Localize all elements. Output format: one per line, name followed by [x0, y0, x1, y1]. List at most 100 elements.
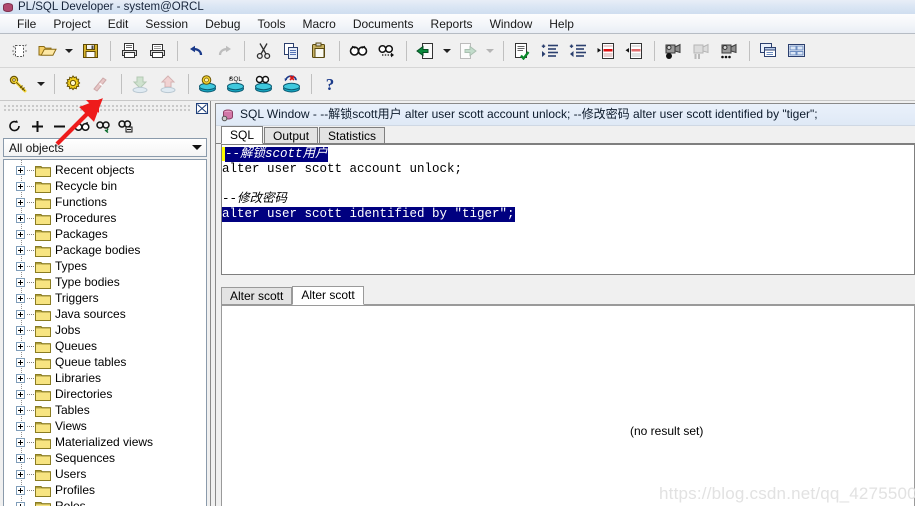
menu-tools[interactable]: Tools	[249, 15, 293, 33]
result-grid-area[interactable]: (no result set) https://blog.csdn.net/qq…	[221, 305, 915, 506]
expand-toggle-icon[interactable]	[16, 325, 25, 335]
tree-item-type-bodies[interactable]: Type bodies	[4, 274, 206, 290]
indent-icon[interactable]	[537, 39, 563, 63]
expand-toggle-icon[interactable]	[16, 485, 25, 495]
record-macro-icon[interactable]	[660, 39, 686, 63]
expand-toggle-icon[interactable]	[16, 453, 25, 463]
find-icon[interactable]	[72, 117, 91, 135]
result-tab-alter-scott-2[interactable]: Alter scott	[292, 286, 364, 305]
menu-session[interactable]: Session	[137, 15, 196, 33]
tree-item-materialized-views[interactable]: Materialized views	[4, 434, 206, 450]
check-syntax-icon[interactable]	[509, 39, 535, 63]
expand-toggle-icon[interactable]	[16, 229, 25, 239]
result-tab-alter-scott-1[interactable]: Alter scott	[221, 287, 293, 305]
find-next-icon[interactable]	[373, 39, 399, 63]
filter-icon[interactable]	[94, 117, 113, 135]
tab-sql[interactable]: SQL	[221, 126, 264, 144]
tree-item-profiles[interactable]: Profiles	[4, 482, 206, 498]
expand-toggle-icon[interactable]	[16, 197, 25, 207]
menu-macro[interactable]: Macro	[294, 15, 343, 33]
expand-toggle-icon[interactable]	[16, 277, 25, 287]
play-macro-icon[interactable]	[716, 39, 742, 63]
tab-output[interactable]: Output	[264, 127, 319, 144]
print-preview-icon[interactable]	[144, 39, 170, 63]
tree-item-java-sources[interactable]: Java sources	[4, 306, 206, 322]
tree-item-package-bodies[interactable]: Package bodies	[4, 242, 206, 258]
find-icon[interactable]	[345, 39, 371, 63]
refresh-icon[interactable]	[6, 117, 25, 135]
undo-icon[interactable]	[183, 39, 209, 63]
menu-edit[interactable]: Edit	[100, 15, 137, 33]
copy-icon[interactable]	[278, 39, 304, 63]
expand-toggle-icon[interactable]	[16, 357, 25, 367]
sql-window-titlebar[interactable]: SQL Window - --解锁scott用户 alter user scot…	[216, 104, 915, 126]
menu-documents[interactable]: Documents	[345, 15, 422, 33]
open-folder-icon[interactable]	[34, 39, 60, 63]
sql-editor[interactable]: --解锁scott用户 alter user scott account unl…	[222, 145, 914, 274]
expand-toggle-icon[interactable]	[16, 341, 25, 351]
tree-item-functions[interactable]: Functions	[4, 194, 206, 210]
tree-item-queue-tables[interactable]: Queue tables	[4, 354, 206, 370]
tree-item-procedures[interactable]: Procedures	[4, 210, 206, 226]
expand-toggle-icon[interactable]	[16, 501, 25, 506]
expand-toggle-icon[interactable]	[16, 245, 25, 255]
tree-item-triggers[interactable]: Triggers	[4, 290, 206, 306]
menu-help[interactable]: Help	[541, 15, 582, 33]
import-dropdown-arrow-icon[interactable]	[440, 39, 453, 63]
tree-item-recent-objects[interactable]: Recent objects	[4, 162, 206, 178]
tree-item-views[interactable]: Views	[4, 418, 206, 434]
expand-toggle-icon[interactable]	[16, 405, 25, 415]
comment-icon[interactable]	[593, 39, 619, 63]
tile-windows-icon[interactable]	[783, 39, 809, 63]
object-filter-dropdown[interactable]: All objects	[3, 138, 207, 157]
expand-toggle-icon[interactable]	[16, 373, 25, 383]
tree-item-recycle-bin[interactable]: Recycle bin	[4, 178, 206, 194]
expand-all-icon[interactable]	[28, 117, 47, 135]
expand-toggle-icon[interactable]	[16, 469, 25, 479]
sql-session-icon[interactable]: SQL	[222, 72, 248, 96]
collapse-all-icon[interactable]	[50, 117, 69, 135]
open-dropdown-arrow-icon[interactable]	[62, 39, 75, 63]
paste-icon[interactable]	[306, 39, 332, 63]
cascade-windows-icon[interactable]	[755, 39, 781, 63]
expand-toggle-icon[interactable]	[16, 421, 25, 431]
print-icon[interactable]	[116, 39, 142, 63]
tree-item-types[interactable]: Types	[4, 258, 206, 274]
expand-toggle-icon[interactable]	[16, 261, 25, 271]
key-session-icon[interactable]	[6, 72, 32, 96]
expand-toggle-icon[interactable]	[16, 213, 25, 223]
gear-execute-icon[interactable]	[60, 72, 86, 96]
tab-statistics[interactable]: Statistics	[319, 127, 386, 144]
expand-toggle-icon[interactable]	[16, 165, 25, 175]
cut-icon[interactable]	[250, 39, 276, 63]
tree-item-libraries[interactable]: Libraries	[4, 370, 206, 386]
menu-file[interactable]: File	[9, 15, 44, 33]
commit-icon[interactable]	[194, 72, 220, 96]
browser-grip-bar[interactable]	[0, 101, 210, 115]
sql-editor-container[interactable]: --解锁scott用户 alter user scott account unl…	[221, 144, 915, 275]
find-db-object-icon[interactable]	[250, 72, 276, 96]
expand-toggle-icon[interactable]	[16, 437, 25, 447]
tree-item-users[interactable]: Users	[4, 466, 206, 482]
object-tree[interactable]: Recent objects Recycle bin Functions Pro…	[3, 159, 207, 506]
menu-project[interactable]: Project	[45, 15, 98, 33]
menu-window[interactable]: Window	[482, 15, 541, 33]
tree-item-queues[interactable]: Queues	[4, 338, 206, 354]
menu-reports[interactable]: Reports	[423, 15, 481, 33]
save-icon[interactable]	[77, 39, 103, 63]
tree-item-packages[interactable]: Packages	[4, 226, 206, 242]
tree-item-sequences[interactable]: Sequences	[4, 450, 206, 466]
drag-grip-dots[interactable]	[4, 103, 192, 113]
expand-toggle-icon[interactable]	[16, 389, 25, 399]
expand-toggle-icon[interactable]	[16, 181, 25, 191]
rollback-icon[interactable]	[278, 72, 304, 96]
new-document-icon[interactable]	[6, 39, 32, 63]
expand-toggle-icon[interactable]	[16, 293, 25, 303]
import-icon[interactable]	[412, 39, 438, 63]
tree-item-roles[interactable]: Roles	[4, 498, 206, 506]
outdent-icon[interactable]	[565, 39, 591, 63]
expand-toggle-icon[interactable]	[16, 309, 25, 319]
session-dropdown-arrow-icon[interactable]	[34, 72, 47, 96]
tree-item-jobs[interactable]: Jobs	[4, 322, 206, 338]
properties-icon[interactable]	[116, 117, 135, 135]
